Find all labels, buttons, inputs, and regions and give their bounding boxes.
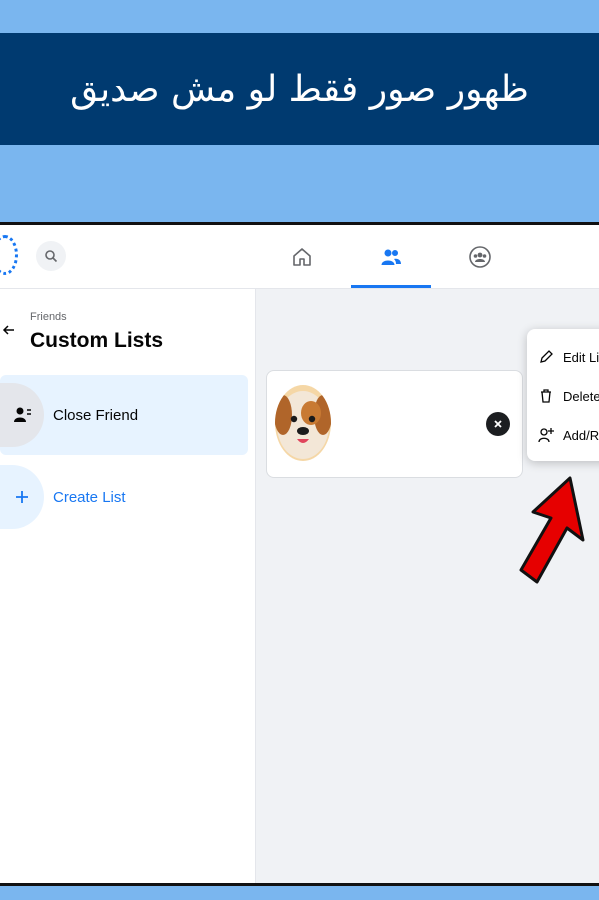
back-arrow-icon[interactable] bbox=[2, 323, 16, 337]
menu-item-label: Delete l bbox=[563, 388, 599, 404]
red-arrow-annotation bbox=[519, 476, 585, 584]
trash-icon bbox=[537, 387, 555, 405]
tab-friends[interactable] bbox=[351, 225, 431, 288]
page-title: Custom Lists bbox=[30, 329, 164, 352]
close-icon bbox=[494, 420, 502, 428]
banner-title: ظهور صور فقط لو مش صديق bbox=[70, 68, 529, 110]
dog-emoji-avatar[interactable] bbox=[275, 385, 331, 461]
search-icon bbox=[45, 250, 58, 263]
tab-home[interactable] bbox=[262, 225, 342, 288]
sidebar-item-close-friend[interactable]: Close Friend bbox=[0, 375, 248, 455]
row-icon bbox=[0, 465, 44, 529]
remove-button[interactable] bbox=[486, 412, 510, 436]
menu-item-delete-list[interactable]: Delete l bbox=[537, 382, 599, 410]
groups-icon bbox=[469, 245, 491, 268]
facebook-window: Friends Custom Lists Close Friend Create… bbox=[0, 222, 599, 886]
title-banner: ظهور صور فقط لو مش صديق bbox=[0, 33, 599, 145]
pencil-icon bbox=[537, 348, 555, 366]
menu-item-edit-list[interactable]: Edit Lis bbox=[537, 343, 599, 371]
facebook-logo[interactable] bbox=[0, 235, 18, 275]
breadcrumb[interactable]: Friends bbox=[30, 311, 67, 323]
menu-item-label: Edit Lis bbox=[563, 349, 599, 365]
top-navigation-bar bbox=[0, 225, 599, 289]
person-list-icon bbox=[14, 407, 31, 422]
menu-item-label: Add/Re bbox=[563, 427, 599, 443]
sidebar-item-label: Create List bbox=[53, 488, 126, 506]
search-button[interactable] bbox=[36, 241, 66, 271]
friends-icon bbox=[381, 249, 401, 265]
sidebar-item-label: Close Friend bbox=[53, 406, 139, 424]
tab-groups[interactable] bbox=[440, 225, 520, 288]
sidebar-item-create-list[interactable]: Create List bbox=[0, 457, 248, 537]
row-icon bbox=[0, 383, 44, 447]
friend-card[interactable] bbox=[266, 370, 523, 478]
plus-icon bbox=[16, 491, 28, 503]
sidebar: Friends Custom Lists Close Friend Create… bbox=[0, 289, 256, 883]
menu-item-add-remove[interactable]: Add/Re bbox=[537, 421, 599, 449]
home-icon bbox=[293, 247, 311, 266]
context-menu: Edit Lis Delete l Add/Re bbox=[527, 329, 599, 461]
add-person-icon bbox=[537, 426, 555, 444]
